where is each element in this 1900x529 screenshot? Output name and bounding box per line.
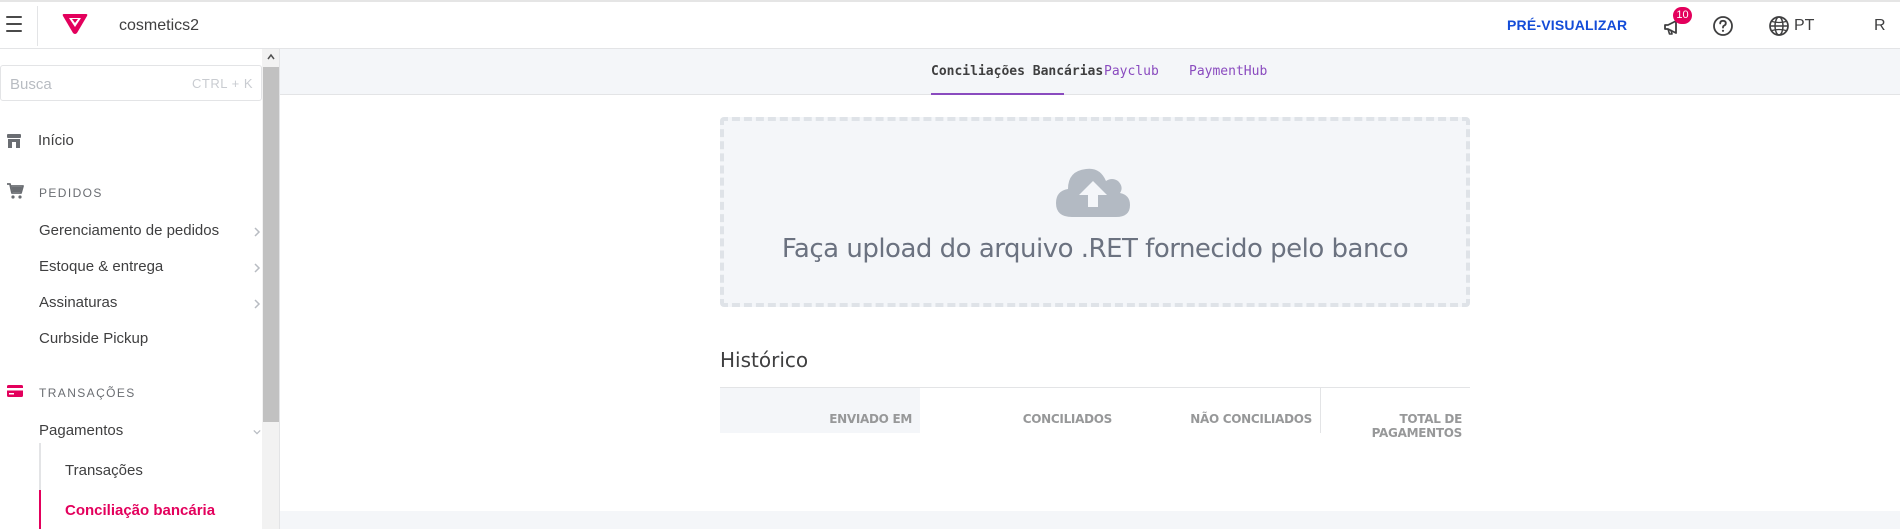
- credit-card-icon: [7, 385, 23, 397]
- globe-icon[interactable]: [1768, 15, 1790, 37]
- sidebar: Busca CTRL + K Início PEDIDOS Gerenciame…: [0, 49, 280, 529]
- sidebar-subitem-transactions[interactable]: Transações: [65, 462, 143, 479]
- sidebar-item-curbside-pickup[interactable]: Curbside Pickup: [39, 330, 261, 352]
- tab-payclub[interactable]: Payclub: [1104, 64, 1159, 79]
- topbar-divider: [37, 6, 38, 46]
- column-header-sent-at[interactable]: ENVIADO EM: [720, 388, 920, 433]
- preview-button[interactable]: PRÉ-VISUALIZAR: [1507, 17, 1627, 33]
- main-content: Conciliações Bancárias Payclub PaymentHu…: [280, 49, 1900, 529]
- search-placeholder: Busca: [10, 76, 52, 93]
- upload-instructions: Faça upload do arquivo .RET fornecido pe…: [781, 234, 1409, 264]
- sidebar-item-label: Gerenciamento de pedidos: [39, 222, 220, 239]
- sidebar-subitem-bank-reconciliation[interactable]: Conciliação bancária: [65, 502, 215, 519]
- top-bar: cosmetics2 PRÉ-VISUALIZAR 10 PT R: [0, 0, 1900, 49]
- cloud-upload-icon: [1056, 168, 1130, 217]
- sidebar-section-transactions: TRANSAÇÕES: [6, 382, 256, 402]
- cart-icon: [7, 183, 24, 199]
- tab-paymenthub[interactable]: PaymentHub: [1189, 64, 1267, 79]
- language-selector[interactable]: PT: [1794, 17, 1814, 35]
- sidebar-item-label: Curbside Pickup: [39, 330, 149, 347]
- active-tab-underline: [931, 93, 1064, 95]
- section-label: TRANSAÇÕES: [39, 386, 136, 400]
- chevron-right-icon: [254, 299, 261, 309]
- chevron-right-icon: [254, 263, 261, 273]
- history-title: Histórico: [720, 348, 809, 372]
- sidebar-item-subscriptions[interactable]: Assinaturas: [39, 294, 261, 316]
- sidebar-section-orders: PEDIDOS: [6, 182, 256, 202]
- search-shortcut: CTRL + K: [192, 76, 253, 91]
- sidebar-item-label: Pagamentos: [39, 422, 124, 439]
- sidebar-item-label: Estoque & entrega: [39, 258, 164, 275]
- sidebar-item-label: Assinaturas: [39, 294, 118, 311]
- hamburger-icon[interactable]: [6, 16, 24, 32]
- scroll-up-icon[interactable]: [267, 53, 275, 61]
- account-name: cosmetics2: [119, 17, 200, 34]
- column-header-reconciled[interactable]: CONCILIADOS: [920, 388, 1120, 433]
- upload-dropzone[interactable]: Faça upload do arquivo .RET fornecido pe…: [720, 117, 1470, 307]
- sidebar-item-payments[interactable]: Pagamentos: [39, 422, 261, 444]
- user-avatar[interactable]: R: [1874, 17, 1886, 35]
- notifications-badge: 10: [1673, 7, 1692, 24]
- section-label: PEDIDOS: [39, 186, 103, 200]
- help-circle-icon[interactable]: [1712, 15, 1734, 37]
- vtex-logo-icon[interactable]: [62, 13, 88, 35]
- store-icon: [7, 134, 21, 148]
- tab-bank-reconciliations[interactable]: Conciliações Bancárias: [931, 64, 1103, 79]
- search-input[interactable]: Busca CTRL + K: [0, 65, 262, 101]
- sidebar-item-order-management[interactable]: Gerenciamento de pedidos: [39, 222, 261, 244]
- bottom-bar: [280, 511, 1900, 529]
- sidebar-item-inventory-shipping[interactable]: Estoque & entrega: [39, 258, 261, 280]
- chevron-down-icon: [253, 429, 261, 435]
- active-indicator: [39, 490, 41, 529]
- sidebar-scrollbar-thumb[interactable]: [263, 67, 279, 422]
- column-header-not-reconciled[interactable]: NÃO CONCILIADOS: [1120, 388, 1320, 433]
- chevron-right-icon: [254, 227, 261, 237]
- column-header-total-payments[interactable]: TOTAL DE PAGAMENTOS: [1320, 388, 1470, 440]
- sidebar-item-label: Início: [38, 132, 74, 149]
- sidebar-item-home[interactable]: Início: [6, 131, 256, 151]
- tab-bar: Conciliações Bancárias Payclub PaymentHu…: [280, 49, 1900, 95]
